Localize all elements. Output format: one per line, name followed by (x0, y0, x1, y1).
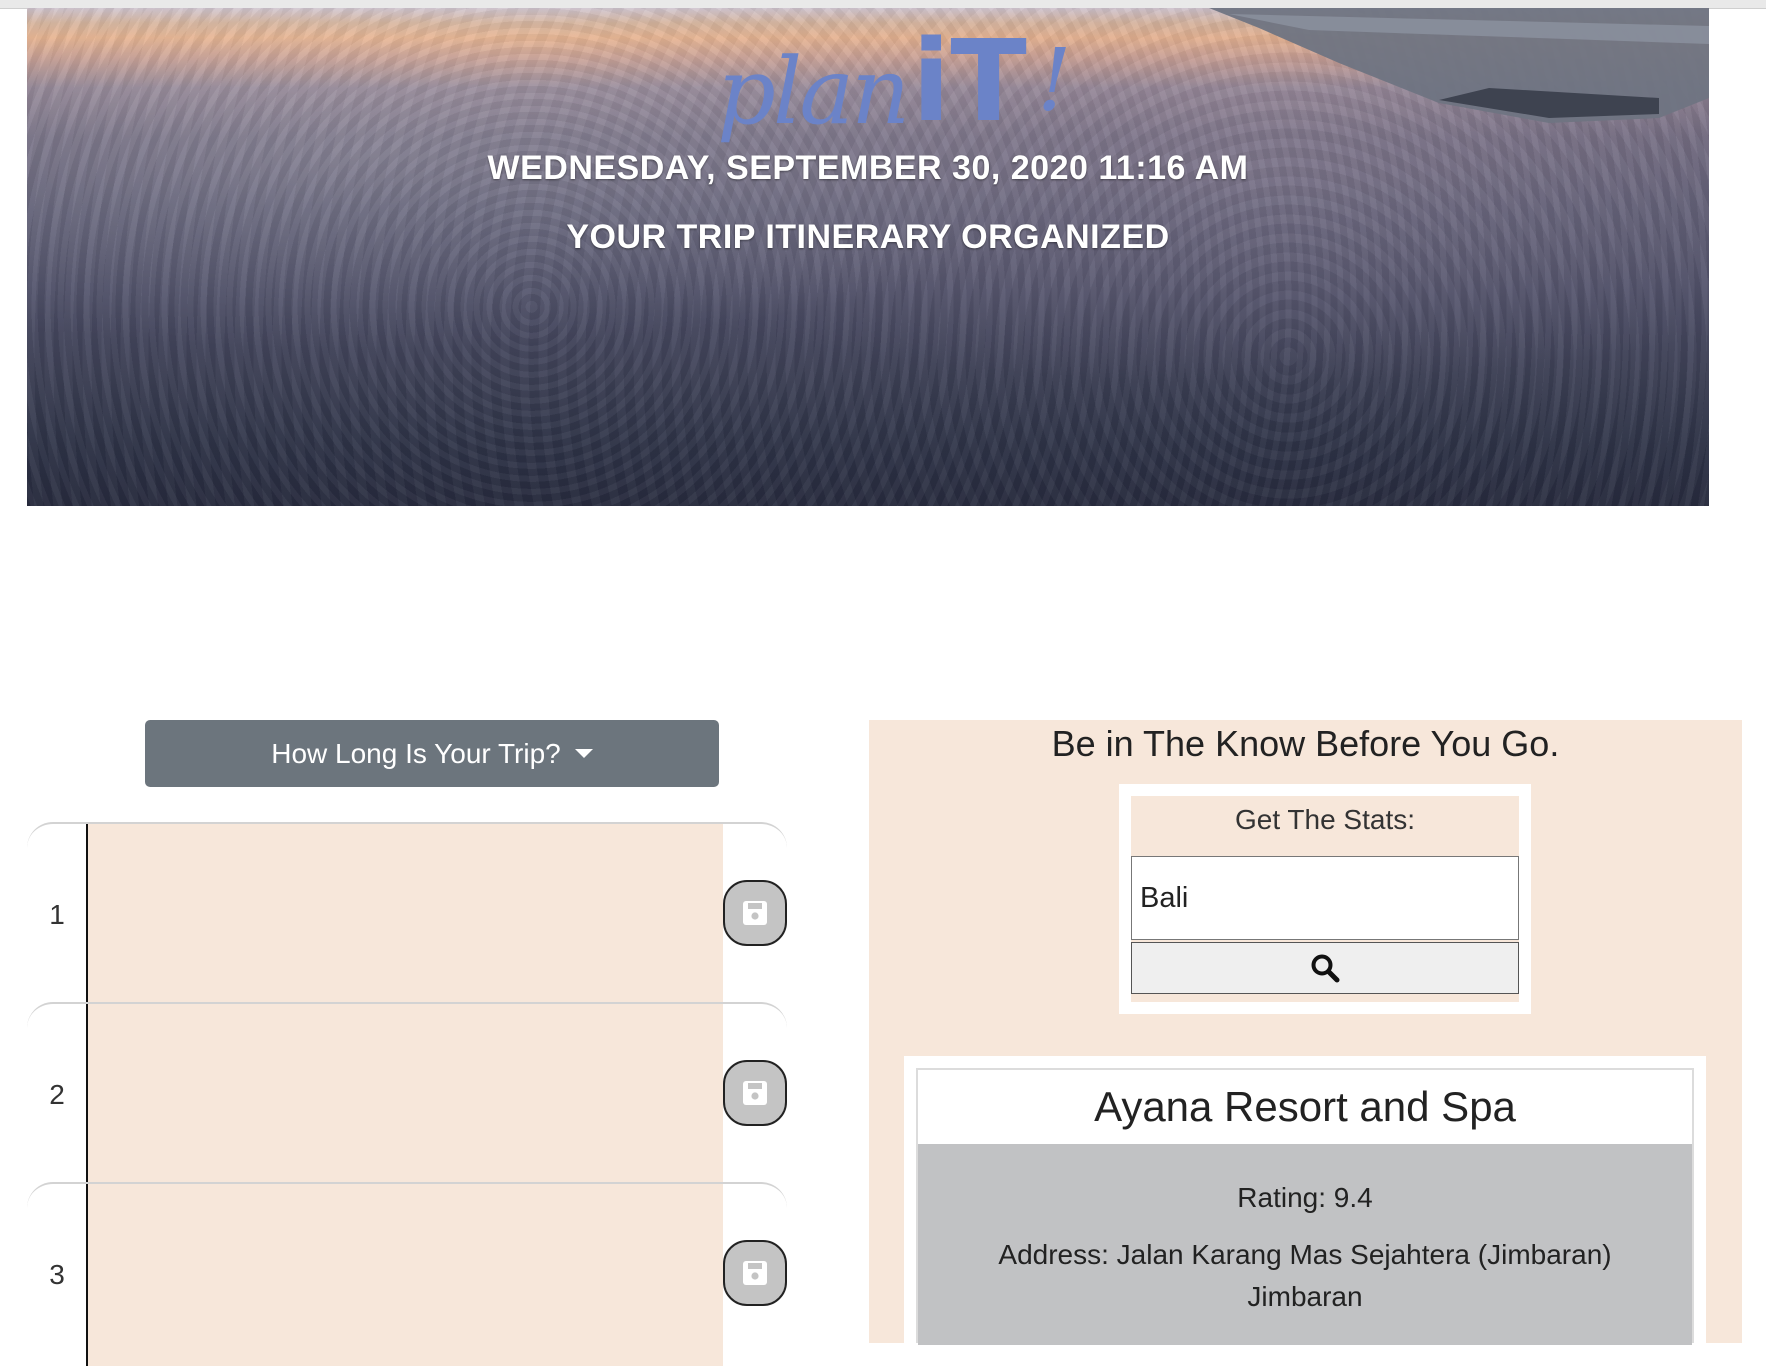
hotel-rating: Rating: 9.4 (1237, 1182, 1373, 1213)
hotel-name: Ayana Resort and Spa (1094, 1083, 1516, 1130)
search-icon (1311, 954, 1340, 983)
caret-down-icon (574, 749, 593, 758)
save-icon (743, 901, 767, 925)
hotel-card-inner: Ayana Resort and Spa Rating: 9.4 Address… (916, 1068, 1694, 1345)
save-icon (743, 1081, 767, 1105)
planner-row: 2 (27, 1002, 787, 1186)
save-button[interactable] (723, 1240, 787, 1306)
save-button[interactable] (723, 1060, 787, 1126)
tagline: YOUR TRIP ITINERARY ORGANIZED (566, 218, 1170, 256)
hero-banner: plan iT ! WEDNESDAY, SEPTEMBER 30, 2020 … (27, 8, 1709, 506)
stats-search-box: Get The Stats: (1119, 784, 1531, 1014)
current-date-time: WEDNESDAY, SEPTEMBER 30, 2020 11:16 AM (487, 149, 1249, 187)
itinerary-textarea[interactable] (88, 824, 723, 1006)
planner-row: 1 (27, 822, 787, 1006)
stats-panel: Be in The Know Before You Go. Get The St… (869, 720, 1742, 1345)
search-button[interactable] (1131, 942, 1519, 994)
logo-exclaim-text: ! (1037, 31, 1072, 131)
planit-logo: plan iT ! (707, 17, 1072, 148)
stats-heading: Be in The Know Before You Go. (1051, 723, 1560, 764)
airplane-wing-image (1209, 8, 1709, 123)
itinerary-textarea[interactable] (88, 1004, 723, 1186)
planner-row: 3 (27, 1182, 787, 1366)
city-search-input[interactable] (1131, 856, 1519, 940)
logo-it-text: iT (912, 17, 1027, 147)
itinerary-textarea[interactable] (88, 1184, 723, 1366)
save-button[interactable] (723, 880, 787, 946)
stats-label: Get The Stats: (1234, 804, 1416, 835)
row-number: 1 (49, 899, 65, 930)
hotel-address-line2: Jimbaran (1247, 1281, 1363, 1312)
stats-search-inner: Get The Stats: (1131, 796, 1519, 1002)
hotel-address-line1: Address: Jalan Karang Mas Sejahtera (Jim… (998, 1239, 1612, 1270)
row-number: 3 (49, 1259, 65, 1290)
trip-length-label: How Long Is Your Trip? (271, 737, 561, 769)
save-icon (743, 1261, 767, 1285)
hotel-details: Rating: 9.4 Address: Jalan Karang Mas Se… (918, 1144, 1692, 1345)
row-number: 2 (49, 1079, 65, 1110)
logo-plan-text: plan (717, 38, 910, 145)
hotel-address: Address: Jalan Karang Mas Sejahtera (Jim… (918, 1234, 1692, 1318)
trip-length-dropdown[interactable]: How Long Is Your Trip? (145, 720, 719, 787)
hotel-card: Ayana Resort and Spa Rating: 9.4 Address… (904, 1056, 1706, 1345)
